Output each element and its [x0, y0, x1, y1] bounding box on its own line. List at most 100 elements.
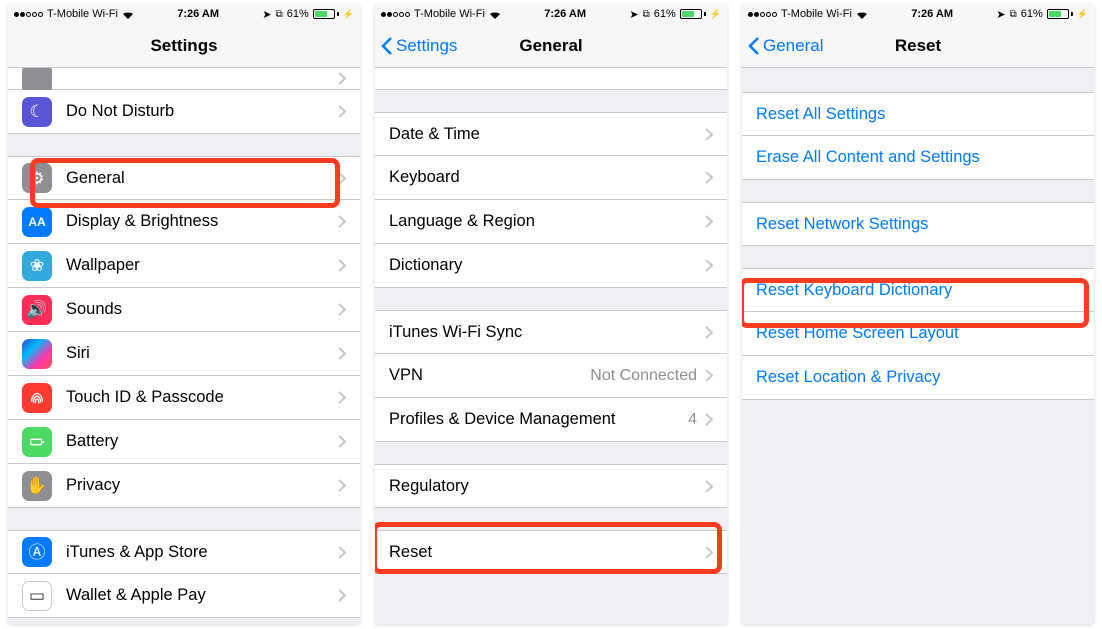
chevron-right-icon: [338, 259, 346, 272]
clock: 7:26 AM: [911, 8, 953, 20]
wifi-icon: [856, 10, 868, 19]
flower-icon: ❀: [22, 251, 52, 281]
row-label: Reset: [389, 543, 705, 562]
row-label: iTunes Wi-Fi Sync: [389, 323, 705, 342]
chevron-right-icon: [338, 435, 346, 448]
appstore-icon: Ⓐ: [22, 537, 52, 567]
location-icon: ➤: [262, 8, 271, 21]
back-button[interactable]: General: [748, 24, 823, 68]
row-label: Reset Location & Privacy: [756, 368, 1080, 387]
battery-percent: 61%: [287, 8, 309, 20]
status-bar: T-Mobile Wi-Fi 7:26 AM ➤ ⧉ 61% ⚡: [742, 4, 1094, 24]
battery-percent: 61%: [1021, 8, 1043, 20]
chevron-right-icon: [705, 215, 713, 228]
chevron-right-icon: [338, 479, 346, 492]
general-table: Date & Time Keyboard Language & Region D…: [375, 68, 727, 624]
siri-icon: [22, 339, 52, 369]
chevron-right-icon: [338, 589, 346, 602]
settings-row-display[interactable]: AA Display & Brightness: [8, 200, 360, 244]
reset-row-erase-all[interactable]: Erase All Content and Settings: [742, 136, 1094, 180]
settings-row-wallet[interactable]: ▭ Wallet & Apple Pay: [8, 574, 360, 618]
back-label: General: [763, 36, 823, 56]
chevron-right-icon: [338, 546, 346, 559]
chevron-right-icon: [338, 172, 346, 185]
settings-row-wallpaper[interactable]: ❀ Wallpaper: [8, 244, 360, 288]
gear-icon: ⚙: [22, 163, 52, 193]
row-label: Date & Time: [389, 125, 705, 144]
general-row-datetime[interactable]: Date & Time: [375, 112, 727, 156]
nav-title: Settings: [150, 36, 217, 56]
nav-bar: General Reset: [742, 24, 1094, 68]
settings-row-partial[interactable]: [8, 68, 360, 90]
reset-row-all-settings[interactable]: Reset All Settings: [742, 92, 1094, 136]
nav-bar: Settings: [8, 24, 360, 68]
nav-bar: Settings General: [375, 24, 727, 68]
settings-row-appstore[interactable]: Ⓐ iTunes & App Store: [8, 530, 360, 574]
reset-row-homescreen[interactable]: Reset Home Screen Layout: [742, 312, 1094, 356]
reset-row-keyboard-dict[interactable]: Reset Keyboard Dictionary: [742, 268, 1094, 312]
general-row-regulatory[interactable]: Regulatory: [375, 464, 727, 508]
text-size-icon: AA: [22, 207, 52, 237]
general-row-language[interactable]: Language & Region: [375, 200, 727, 244]
settings-table: ☾ Do Not Disturb ⚙ General AA Display & …: [8, 68, 360, 624]
general-row-partial[interactable]: [375, 68, 727, 90]
screenshot-reset: T-Mobile Wi-Fi 7:26 AM ➤ ⧉ 61% ⚡ General…: [742, 4, 1094, 624]
settings-row-siri[interactable]: Siri: [8, 332, 360, 376]
charging-icon: ⚡: [343, 9, 354, 20]
screenshot-settings: T-Mobile Wi-Fi 7:26 AM ➤ ⧉ 61% ⚡ Setting…: [8, 4, 360, 624]
row-label: Dictionary: [389, 256, 705, 275]
row-label: Profiles & Device Management: [389, 410, 688, 429]
row-label: Language & Region: [389, 212, 705, 231]
row-label: iTunes & App Store: [66, 543, 338, 562]
row-label: VPN: [389, 366, 590, 385]
chevron-right-icon: [705, 326, 713, 339]
row-label: Touch ID & Passcode: [66, 388, 338, 407]
nav-title: General: [519, 36, 582, 56]
row-label: Reset All Settings: [756, 105, 1080, 124]
reset-row-network[interactable]: Reset Network Settings: [742, 202, 1094, 246]
battery-icon: [680, 9, 706, 19]
status-bar: T-Mobile Wi-Fi 7:26 AM ➤ ⧉ 61% ⚡: [8, 4, 360, 24]
chevron-right-icon: [705, 480, 713, 493]
carrier-label: T-Mobile Wi-Fi: [414, 8, 485, 20]
wallet-icon: ▭: [22, 581, 52, 611]
row-label: Wallet & Apple Pay: [66, 586, 338, 605]
back-button[interactable]: Settings: [381, 24, 457, 68]
location-icon: ➤: [996, 8, 1005, 21]
row-label: Siri: [66, 344, 338, 363]
chevron-right-icon: [338, 72, 346, 85]
hand-icon: ✋: [22, 471, 52, 501]
clock: 7:26 AM: [544, 8, 586, 20]
chevron-right-icon: [705, 259, 713, 272]
reset-table: Reset All Settings Erase All Content and…: [742, 68, 1094, 624]
row-label: Reset Home Screen Layout: [756, 324, 1080, 343]
reset-row-location[interactable]: Reset Location & Privacy: [742, 356, 1094, 400]
general-row-profiles[interactable]: Profiles & Device Management 4: [375, 398, 727, 442]
moon-icon: ☾: [22, 97, 52, 127]
chevron-right-icon: [705, 128, 713, 141]
carrier-label: T-Mobile Wi-Fi: [47, 8, 118, 20]
row-label: Do Not Disturb: [66, 102, 338, 121]
back-label: Settings: [396, 36, 457, 56]
general-row-wifisync[interactable]: iTunes Wi-Fi Sync: [375, 310, 727, 354]
battery-icon: [313, 9, 339, 19]
general-row-dictionary[interactable]: Dictionary: [375, 244, 727, 288]
settings-row-dnd[interactable]: ☾ Do Not Disturb: [8, 90, 360, 134]
settings-row-battery[interactable]: Battery: [8, 420, 360, 464]
battery-row-icon: [22, 427, 52, 457]
settings-row-touchid[interactable]: Touch ID & Passcode: [8, 376, 360, 420]
chevron-right-icon: [705, 413, 713, 426]
settings-row-general[interactable]: ⚙ General: [8, 156, 360, 200]
carrier-label: T-Mobile Wi-Fi: [781, 8, 852, 20]
battery-icon: [1047, 9, 1073, 19]
general-row-reset[interactable]: Reset: [375, 530, 727, 574]
wifi-icon: [489, 10, 501, 19]
settings-row-sounds[interactable]: 🔊 Sounds: [8, 288, 360, 332]
signal-dots-icon: [14, 12, 43, 17]
settings-row-privacy[interactable]: ✋ Privacy: [8, 464, 360, 508]
general-row-vpn[interactable]: VPN Not Connected: [375, 354, 727, 398]
location-icon: ➤: [629, 8, 638, 21]
row-label: Keyboard: [389, 168, 705, 187]
general-row-keyboard[interactable]: Keyboard: [375, 156, 727, 200]
chevron-right-icon: [338, 347, 346, 360]
